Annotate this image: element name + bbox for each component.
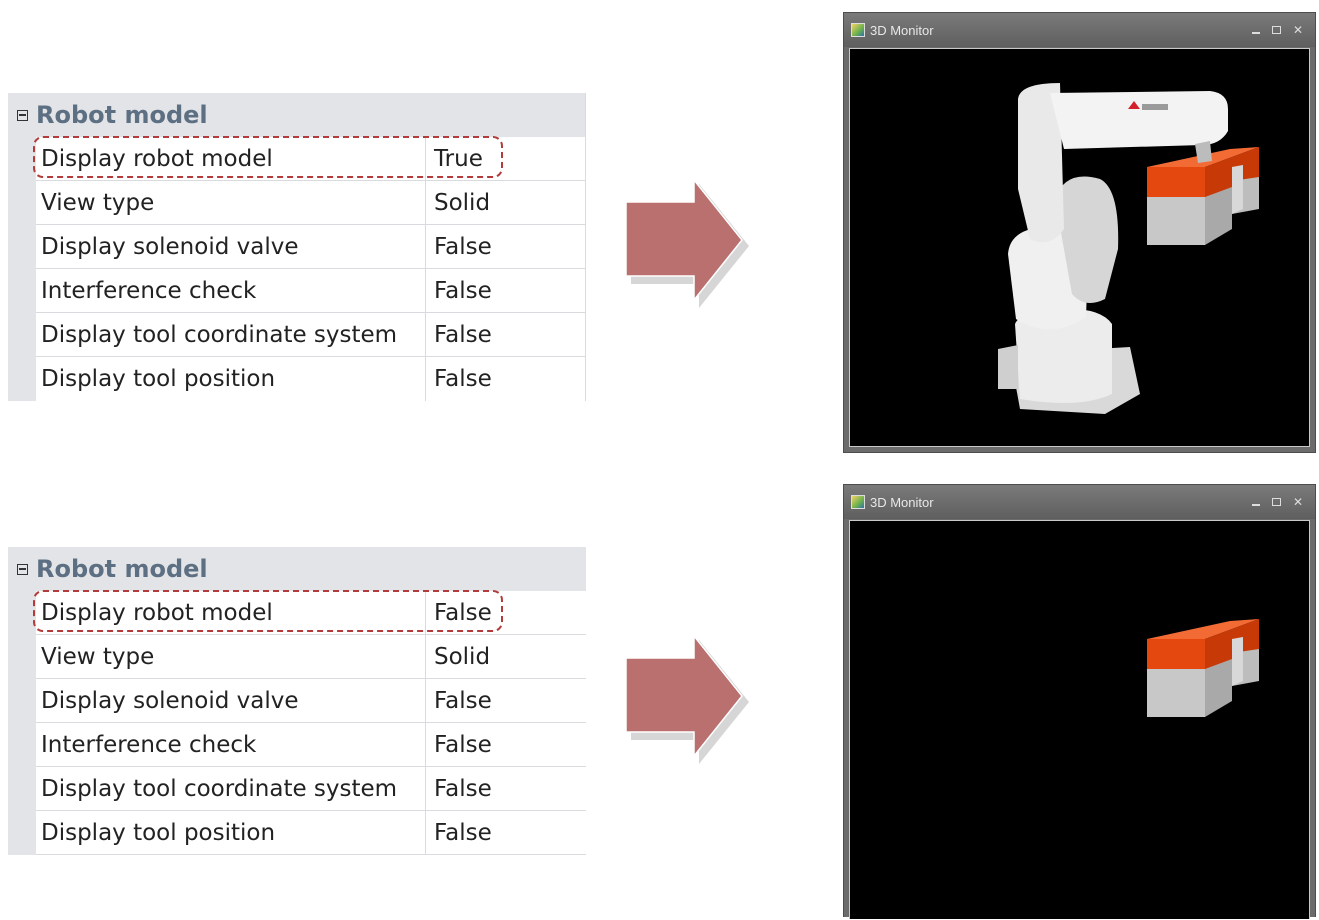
property-name: View type [36, 635, 426, 678]
minimize-icon[interactable] [1251, 31, 1260, 34]
property-name: Interference check [36, 269, 426, 312]
maximize-icon[interactable] [1271, 26, 1281, 34]
property-name: Interference check [36, 723, 426, 766]
title-bar[interactable]: 3D Monitor ✕ [844, 13, 1315, 47]
property-name: Display solenoid valve [36, 225, 426, 268]
property-row-interference-check[interactable]: Interference check False [8, 723, 586, 767]
workpiece [1147, 619, 1259, 717]
right-arrow-icon [625, 636, 749, 764]
minimize-icon[interactable] [1251, 503, 1260, 506]
property-name: View type [36, 181, 426, 224]
highlight-outline [33, 136, 503, 178]
property-row-display-solenoid-valve[interactable]: Display solenoid valve False [8, 679, 586, 723]
close-icon[interactable]: ✕ [1293, 496, 1303, 508]
close-icon[interactable]: ✕ [1293, 24, 1303, 36]
property-row-display-solenoid-valve[interactable]: Display solenoid valve False [8, 225, 586, 269]
right-arrow-icon [625, 180, 749, 308]
window-title: 3D Monitor [870, 22, 934, 38]
section-title: Robot model [36, 555, 208, 583]
property-name: Display tool coordinate system [36, 767, 426, 810]
property-value[interactable]: False [426, 811, 586, 854]
property-value[interactable]: False [426, 357, 586, 401]
property-value[interactable]: False [426, 225, 586, 268]
property-row-view-type[interactable]: View type Solid [8, 181, 586, 225]
3d-viewport[interactable] [849, 48, 1310, 447]
window-title: 3D Monitor [870, 494, 934, 510]
3d-monitor-window-top[interactable]: 3D Monitor ✕ [843, 12, 1316, 453]
highlight-outline [33, 590, 503, 632]
3d-monitor-window-bottom[interactable]: 3D Monitor ✕ [843, 484, 1316, 919]
property-name: Display solenoid valve [36, 679, 426, 722]
maximize-icon[interactable] [1271, 498, 1281, 506]
title-bar[interactable]: 3D Monitor ✕ [844, 485, 1315, 519]
section-header-robot-model[interactable]: Robot model [8, 547, 586, 591]
property-value[interactable]: False [426, 767, 586, 810]
property-value[interactable]: False [426, 679, 586, 722]
property-row-display-tool-position[interactable]: Display tool position False [8, 357, 586, 401]
property-row-view-type[interactable]: View type Solid [8, 635, 586, 679]
property-name: Display tool coordinate system [36, 313, 426, 356]
app-icon [851, 23, 865, 37]
app-icon [851, 495, 865, 509]
property-row-interference-check[interactable]: Interference check False [8, 269, 586, 313]
section-header-robot-model[interactable]: Robot model [8, 93, 586, 137]
collapse-icon[interactable] [8, 563, 36, 575]
collapse-icon[interactable] [8, 109, 36, 121]
property-row-display-tool-position[interactable]: Display tool position False [8, 811, 586, 855]
property-value[interactable]: Solid [426, 181, 586, 224]
property-value[interactable]: False [426, 313, 586, 356]
property-row-display-tool-coordinate-system[interactable]: Display tool coordinate system False [8, 767, 586, 811]
3d-viewport[interactable] [849, 520, 1310, 919]
property-value[interactable]: False [426, 723, 586, 766]
property-name: Display tool position [36, 357, 426, 401]
property-value[interactable]: False [426, 269, 586, 312]
property-row-display-tool-coordinate-system[interactable]: Display tool coordinate system False [8, 313, 586, 357]
property-value[interactable]: Solid [426, 635, 586, 678]
property-name: Display tool position [36, 811, 426, 854]
robot-arm [998, 83, 1228, 414]
section-title: Robot model [36, 101, 208, 129]
